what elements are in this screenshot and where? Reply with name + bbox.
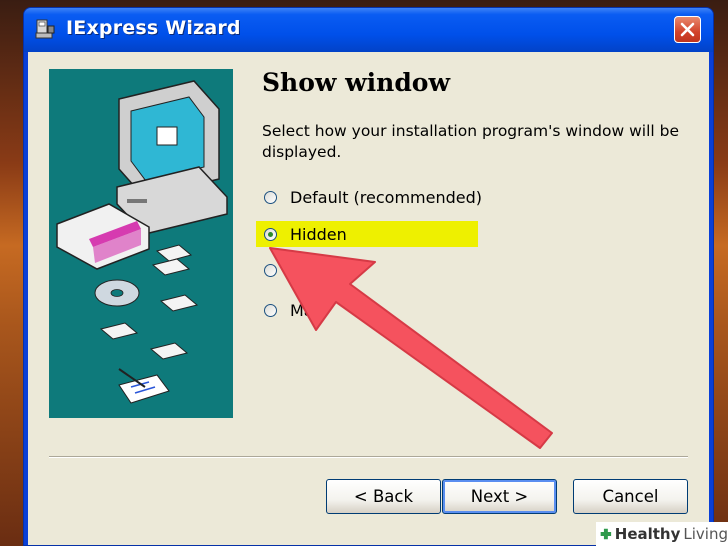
- iexpress-wizard-window: IExpress Wizard Show window Select how y…: [23, 7, 714, 546]
- radio-default[interactable]: [264, 190, 277, 204]
- next-button[interactable]: Next >: [442, 479, 557, 514]
- option-default-label: Default (recommended): [290, 187, 482, 207]
- cancel-button[interactable]: Cancel: [573, 479, 688, 514]
- healthy-living-cross-icon: [600, 528, 612, 540]
- back-button[interactable]: < Back: [326, 479, 441, 514]
- wizard-client-area: Show window Select how your installation…: [28, 52, 709, 545]
- radio-maximized[interactable]: [264, 303, 277, 317]
- close-button[interactable]: [674, 16, 701, 43]
- option-minimized[interactable]: M: [256, 257, 304, 283]
- watermark-brand-b: Living: [683, 525, 728, 543]
- option-maximized[interactable]: Ma: [256, 297, 314, 323]
- page-heading: Show window: [262, 68, 451, 97]
- button-separator: [49, 456, 688, 458]
- window-title: IExpress Wizard: [66, 17, 241, 39]
- watermark-brand-a: Healthy: [614, 525, 681, 543]
- healthy-living-watermark: Healthy Living: [596, 522, 728, 546]
- radio-hidden[interactable]: [264, 227, 277, 241]
- option-maximized-label: Ma: [290, 300, 314, 320]
- option-hidden-label: Hidden: [290, 224, 347, 244]
- page-description: Select how your installation program's w…: [262, 122, 680, 161]
- computer-illustration-icon: [56, 80, 228, 404]
- option-hidden[interactable]: Hidden: [256, 221, 478, 247]
- title-bar[interactable]: IExpress Wizard: [24, 8, 713, 52]
- radio-minimized[interactable]: [264, 263, 277, 277]
- option-minimized-label: M: [290, 260, 304, 280]
- iexpress-app-icon: [35, 19, 55, 39]
- option-default[interactable]: Default (recommended): [256, 184, 482, 210]
- wizard-side-illustration: [49, 69, 233, 418]
- close-icon: [680, 22, 695, 37]
